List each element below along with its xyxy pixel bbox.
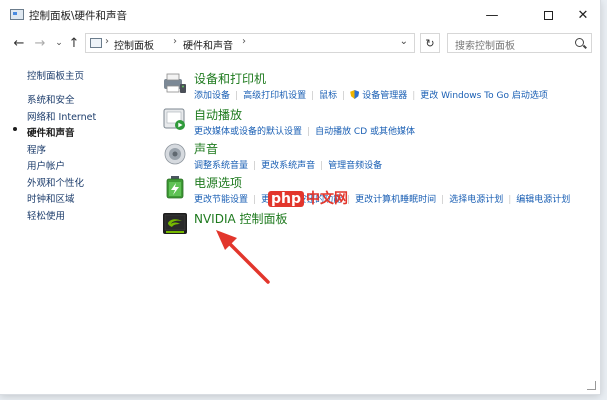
maximize-icon	[543, 10, 553, 20]
link-add-device[interactable]: 添加设备	[194, 91, 230, 101]
category-title[interactable]: 电源选项	[194, 174, 242, 191]
search-placeholder: 搜索控制面板	[455, 41, 515, 52]
window-title: 控制面板\硬件和声音	[29, 10, 128, 22]
search-input[interactable]: 搜索控制面板	[447, 33, 592, 53]
category-sound: 声音 调整系统音量 | 更改系统声音 | 管理音频设备	[162, 140, 582, 172]
printer-icon	[164, 73, 186, 93]
control-panel-icon	[90, 38, 102, 48]
refresh-button[interactable]: ↻	[420, 33, 440, 53]
sidebar: 控制面板主页 系统和安全 网络和 Internet 硬件和声音 程序 用户帐户 …	[0, 60, 150, 390]
breadcrumb-control-panel[interactable]: 控制面板	[114, 37, 154, 52]
breadcrumb-hardware-sound[interactable]: 硬件和声音	[183, 37, 233, 52]
close-button[interactable]: ✕	[565, 0, 601, 30]
link-autoplay-cd[interactable]: 自动播放 CD 或其他媒体	[315, 127, 415, 137]
current-item-bullet-icon	[13, 127, 17, 131]
back-button[interactable]: ←	[11, 35, 27, 51]
category-title[interactable]: NVIDIA 控制面板	[194, 210, 288, 227]
nvidia-icon	[163, 213, 187, 234]
sidebar-item-hardware-sound[interactable]: 硬件和声音	[27, 125, 75, 139]
link-change-system-sounds[interactable]: 更改系统声音	[261, 161, 315, 171]
maximize-button[interactable]	[530, 0, 566, 30]
autoplay-icon	[163, 108, 185, 130]
forward-button[interactable]: →	[32, 35, 48, 51]
link-advanced-printer-setup[interactable]: 高级打印机设置	[243, 91, 306, 101]
category-nvidia-control-panel: NVIDIA 控制面板	[162, 210, 362, 240]
sidebar-item-ease-of-access[interactable]: 轻松使用	[27, 208, 65, 222]
link-manage-audio-devices[interactable]: 管理音频设备	[328, 161, 382, 171]
watermark-part2: 中文网	[306, 191, 349, 207]
sidebar-item-clock-region[interactable]: 时钟和区域	[27, 191, 75, 205]
category-title[interactable]: 设备和打印机	[194, 70, 266, 87]
category-links: 添加设备 | 高级打印机设置 | 鼠标 | 设备管理器 | 更改 Windows To Go 启…	[194, 90, 548, 101]
category-title[interactable]: 声音	[194, 140, 218, 157]
sidebar-item-home[interactable]: 控制面板主页	[27, 68, 84, 82]
up-button[interactable]: ↑	[66, 35, 82, 51]
minimize-button[interactable]: —	[474, 0, 510, 30]
link-windows-to-go[interactable]: 更改 Windows To Go 启动选项	[420, 91, 548, 101]
sidebar-item-appearance[interactable]: 外观和个性化	[27, 175, 84, 189]
uac-shield-icon	[350, 90, 360, 99]
speaker-icon	[164, 143, 186, 165]
control-panel-window: 控制面板\硬件和声音 — ✕ ← → ⌄ ↑ › 控制面板 › 硬件和声音 › …	[0, 0, 600, 394]
link-adjust-volume[interactable]: 调整系统音量	[194, 161, 248, 171]
watermark-logo: php 中文网	[268, 188, 348, 208]
link-change-sleep-time[interactable]: 更改计算机睡眠时间	[355, 195, 436, 205]
crumb-separator-icon[interactable]: ›	[173, 36, 177, 47]
link-device-manager[interactable]: 设备管理器	[362, 91, 407, 101]
sidebar-item-programs[interactable]: 程序	[27, 142, 46, 156]
resize-grip[interactable]	[587, 381, 596, 390]
category-power-options: 电源选项 更改节能设置|更改电源按钮的功能|更改计算机睡眠时间|选择电源计划|编…	[162, 174, 592, 206]
category-autoplay: 自动播放 更改媒体或设备的默认设置 | 自动播放 CD 或其他媒体	[162, 106, 582, 138]
battery-icon	[166, 176, 184, 199]
category-devices-printers: 设备和打印机 添加设备 | 高级打印机设置 | 鼠标 | 设备管理器 | 更改 Windows …	[162, 70, 582, 102]
address-dropdown-icon[interactable]: ⌄	[400, 36, 408, 47]
recent-locations-button[interactable]: ⌄	[51, 35, 67, 51]
link-mouse[interactable]: 鼠标	[319, 91, 337, 101]
link-change-default-media-settings[interactable]: 更改媒体或设备的默认设置	[194, 127, 302, 137]
sidebar-item-user-accounts[interactable]: 用户帐户	[27, 158, 65, 172]
watermark-part1: php	[268, 191, 305, 207]
link-choose-power-plan[interactable]: 选择电源计划	[449, 195, 503, 205]
category-links: 更改节能设置|更改电源按钮的功能|更改计算机睡眠时间|选择电源计划|编辑电源计划	[194, 195, 571, 205]
search-icon[interactable]	[575, 38, 584, 47]
control-panel-icon	[10, 9, 24, 20]
category-links: 调整系统音量 | 更改系统声音 | 管理音频设备	[194, 161, 383, 171]
title-bar: 控制面板\硬件和声音 — ✕	[0, 0, 600, 30]
navigation-bar: ← → ⌄ ↑ › 控制面板 › 硬件和声音 › ⌄ ↻ 搜索控制面板	[0, 30, 600, 58]
sidebar-item-system-security[interactable]: 系统和安全	[27, 92, 75, 106]
category-title[interactable]: 自动播放	[194, 106, 242, 123]
link-change-power-saving[interactable]: 更改节能设置	[194, 195, 248, 205]
address-bar[interactable]: › 控制面板 › 硬件和声音 › ⌄	[85, 33, 415, 53]
sidebar-item-network[interactable]: 网络和 Internet	[27, 109, 96, 123]
category-links: 更改媒体或设备的默认设置 | 自动播放 CD 或其他媒体	[194, 127, 415, 137]
crumb-separator-icon[interactable]: ›	[105, 36, 109, 47]
crumb-separator-icon[interactable]: ›	[242, 36, 246, 47]
link-edit-power-plan[interactable]: 编辑电源计划	[516, 195, 570, 205]
